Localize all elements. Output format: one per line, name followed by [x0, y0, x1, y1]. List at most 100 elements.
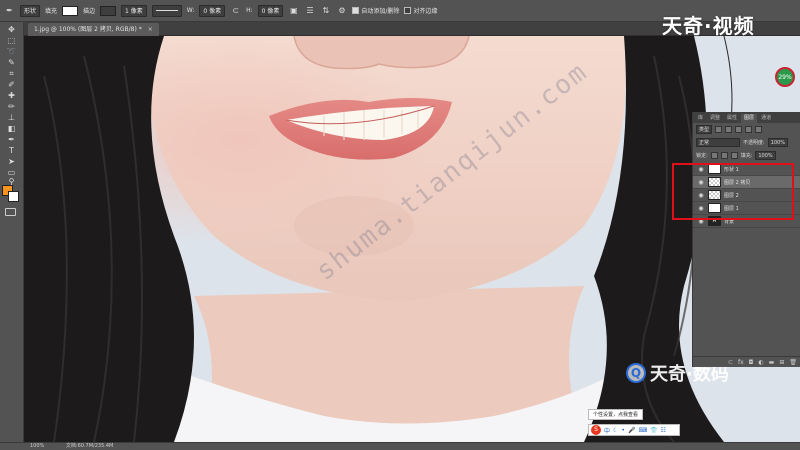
layers-panel-footer: ⊂ fx ◘ ◐ ▬ ⊞ 🗑: [693, 356, 800, 367]
folder-icon[interactable]: ▬: [769, 359, 775, 366]
blend-mode-select[interactable]: 正常: [696, 138, 740, 147]
path-select-tool-icon[interactable]: ➤: [5, 157, 18, 166]
layer-name: 图层 1: [724, 205, 739, 212]
quick-select-tool-icon[interactable]: ✎: [5, 58, 18, 67]
trash-icon[interactable]: 🗑: [789, 359, 797, 366]
background-color-swatch[interactable]: [8, 191, 19, 202]
eraser-tool-icon[interactable]: ◧: [5, 124, 18, 133]
width-input[interactable]: 0 像素: [199, 4, 226, 17]
marquee-tool-icon[interactable]: ⬚: [5, 36, 18, 45]
layers-panel: 库 调整 属性 图层 通道 类型 正常 不透明度: 100% 锁定: 填充: 1…: [692, 112, 800, 367]
ime-tooltip[interactable]: 个性设置，点我查看: [588, 409, 644, 420]
blend-row: 正常 不透明度: 100%: [693, 136, 800, 149]
fx-icon[interactable]: fx: [738, 359, 744, 366]
visibility-eye-icon[interactable]: ◉: [697, 166, 705, 173]
lock-all-icon[interactable]: [730, 152, 738, 159]
lock-label: 锁定:: [696, 153, 708, 159]
layer-name: 背景: [724, 218, 735, 225]
layer-thumbnail: A: [708, 216, 721, 226]
width-label: W:: [186, 7, 195, 14]
lasso-tool-icon[interactable]: ➰: [5, 47, 18, 56]
layer-row[interactable]: ◉ A 背景: [693, 215, 800, 228]
quick-mask-icon[interactable]: [5, 208, 16, 216]
tab-channels[interactable]: 通道: [758, 114, 774, 123]
lock-pixels-icon[interactable]: [710, 152, 718, 159]
layer-filter-select[interactable]: 类型: [696, 125, 713, 134]
pen-tool-icon[interactable]: ✒: [4, 5, 15, 16]
eyedropper-tool-icon[interactable]: ✐: [5, 80, 18, 89]
ime-punct-icon[interactable]: •: [621, 427, 625, 434]
ime-skin-icon[interactable]: 👕: [650, 427, 657, 434]
doc-info[interactable]: 文档:60.7M/235.4M: [66, 443, 113, 449]
path-align-icon[interactable]: ☰: [304, 5, 315, 16]
ime-moon-icon[interactable]: ☾: [613, 427, 618, 434]
tab-adjustments[interactable]: 调整: [707, 114, 723, 123]
move-tool-icon[interactable]: ✥: [5, 25, 18, 34]
shape-mode-select[interactable]: 形状: [20, 4, 41, 17]
type-tool-icon[interactable]: T: [5, 146, 18, 155]
height-label: H:: [246, 7, 253, 14]
layer-thumbnail: [708, 164, 721, 174]
layer-row[interactable]: ◉ 图层 1: [693, 202, 800, 215]
opacity-input[interactable]: 100%: [767, 138, 788, 147]
align-edges-option[interactable]: 对齐边缘: [404, 5, 437, 17]
document-tab[interactable]: 1.jpg @ 100% (图层 2 拷贝, RGB/8) * ×: [28, 23, 159, 36]
ime-mic-icon[interactable]: 🎤: [628, 427, 635, 434]
ime-toolbar[interactable]: S 中 ☾ • 🎤 ⌨ 👕 ☷: [588, 424, 680, 436]
layer-name: 图层 2: [724, 192, 739, 199]
clone-stamp-tool-icon[interactable]: ⊥: [5, 113, 18, 122]
auto-add-delete-checkbox[interactable]: [352, 7, 360, 14]
layer-name: 图层 2 拷贝: [724, 179, 751, 186]
progress-badge[interactable]: 29%: [775, 67, 795, 87]
lock-position-icon[interactable]: [720, 152, 728, 159]
new-layer-icon[interactable]: ⊞: [779, 359, 784, 366]
link-icon[interactable]: ⊂: [728, 359, 733, 366]
tab-layers[interactable]: 图层: [741, 114, 758, 123]
auto-add-delete-option[interactable]: 自动添加/删除: [352, 5, 399, 17]
layers-panel-tabs: 库 调整 属性 图层 通道: [693, 112, 800, 123]
filter-type-icon[interactable]: [735, 126, 743, 133]
gear-icon[interactable]: ⚙: [336, 5, 347, 16]
stroke-size-select[interactable]: 1 像素: [121, 4, 147, 17]
pen-tool-icon[interactable]: ✒: [5, 135, 18, 144]
ime-lang-icon[interactable]: 中: [604, 426, 610, 435]
ime-menu-icon[interactable]: ☷: [661, 427, 666, 434]
visibility-eye-icon[interactable]: ◉: [697, 218, 705, 225]
brand-logo-icon: Q: [626, 363, 646, 383]
tab-properties[interactable]: 属性: [724, 114, 740, 123]
tab-libraries[interactable]: 库: [695, 114, 706, 123]
fill-label: 填充:: [740, 153, 753, 159]
adjust-icon[interactable]: ◐: [758, 359, 763, 366]
layer-row[interactable]: ◉ 形状 1: [693, 163, 800, 176]
ime-logo-icon[interactable]: S: [591, 425, 601, 435]
rectangle-tool-icon[interactable]: ▭: [5, 168, 18, 177]
stroke-type-select[interactable]: [151, 4, 182, 17]
height-input[interactable]: 0 像素: [257, 4, 284, 17]
brush-tool-icon[interactable]: ✏: [5, 102, 18, 111]
layer-row[interactable]: ◉ 图层 2 拷贝: [693, 176, 800, 189]
layer-thumbnail: [708, 190, 721, 200]
zoom-level[interactable]: 100%: [30, 443, 44, 449]
path-arrange-icon[interactable]: ⇅: [320, 5, 331, 16]
visibility-eye-icon[interactable]: ◉: [697, 179, 705, 186]
stroke-swatch[interactable]: [100, 5, 117, 16]
crop-tool-icon[interactable]: ⌗: [5, 69, 18, 78]
layer-row[interactable]: ◉ 图层 2: [693, 189, 800, 202]
close-icon[interactable]: ×: [148, 26, 153, 33]
filter-adjust-icon[interactable]: [725, 126, 733, 133]
visibility-eye-icon[interactable]: ◉: [697, 205, 705, 212]
path-ops-icon[interactable]: ▣: [288, 5, 299, 16]
link-icon[interactable]: ⊂: [230, 5, 241, 16]
visibility-eye-icon[interactable]: ◉: [697, 192, 705, 199]
filter-shape-icon[interactable]: [745, 126, 753, 133]
stroke-label: 描边: [83, 8, 96, 15]
align-edges-checkbox[interactable]: [404, 7, 412, 14]
filter-pixel-icon[interactable]: [715, 126, 723, 133]
fill-input[interactable]: 100%: [755, 151, 776, 160]
filter-smart-icon[interactable]: [755, 126, 763, 133]
healing-brush-tool-icon[interactable]: ✚: [5, 91, 18, 100]
mask-icon[interactable]: ◘: [749, 359, 754, 366]
ime-keyboard-icon[interactable]: ⌨: [638, 427, 647, 434]
status-bar: 100% 文档:60.7M/235.4M: [0, 442, 800, 450]
fill-swatch[interactable]: [62, 5, 79, 16]
